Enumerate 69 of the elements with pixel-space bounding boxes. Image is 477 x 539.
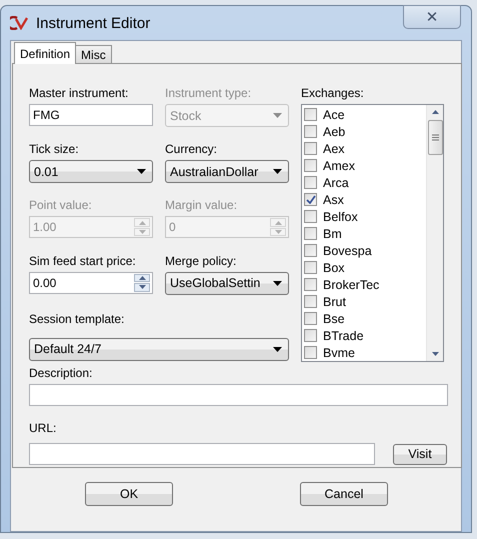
list-item[interactable]: Ace (304, 106, 426, 123)
list-item[interactable]: Bvme (304, 344, 426, 361)
field-label: Exchanges: (301, 86, 365, 100)
field-label: Master instrument: (29, 86, 130, 100)
dropdown-arrow-icon (137, 169, 146, 174)
field-label: Merge policy: (165, 254, 238, 268)
list-item[interactable]: BTrade (304, 327, 426, 344)
checkbox[interactable] (304, 210, 317, 223)
checkbox[interactable] (304, 159, 317, 172)
field-label: Margin value: (165, 198, 238, 212)
spin-down-icon[interactable] (138, 285, 146, 290)
description-field[interactable] (29, 384, 448, 406)
checkbox[interactable] (304, 125, 317, 138)
list-item[interactable]: Aeb (304, 123, 426, 140)
dropdown[interactable]: 0.01 (29, 160, 153, 184)
close-button[interactable]: ✕ (403, 5, 461, 29)
checkbox[interactable] (304, 346, 317, 359)
field-label: Sim feed start price: (29, 254, 137, 268)
list-item[interactable]: Bovespa (304, 242, 426, 259)
list-item[interactable]: BrokerTec (304, 276, 426, 293)
text-field[interactable]: FMG (29, 104, 153, 126)
scrollbar[interactable] (426, 105, 443, 361)
visit-button[interactable]: Visit (393, 444, 447, 464)
checkbox[interactable] (304, 312, 317, 325)
list-item[interactable]: Bse (304, 310, 426, 327)
field-label: Instrument type: (165, 86, 252, 100)
field-label: Currency: (165, 142, 218, 156)
dropdown-arrow-icon (273, 113, 282, 118)
checkbox[interactable] (304, 193, 317, 206)
list-item[interactable]: Asx (304, 191, 426, 208)
list-item[interactable]: Belfox (304, 208, 426, 225)
dropdown-arrow-icon (273, 280, 282, 286)
scroll-down-icon[interactable] (432, 352, 438, 356)
checkbox[interactable] (304, 108, 317, 121)
checkbox[interactable] (304, 295, 317, 308)
dropdown[interactable]: Default 24/7 (29, 338, 289, 361)
list-item[interactable]: Aex (304, 140, 426, 157)
dropdown[interactable]: UseGlobalSettin (165, 272, 289, 295)
dropdown-arrow-icon (273, 346, 282, 352)
field-label: URL: (29, 421, 58, 435)
dialog-button[interactable]: Cancel (300, 482, 388, 506)
field-label: Session template: (29, 312, 126, 326)
tab[interactable]: Definition (14, 42, 76, 64)
checkbox[interactable] (304, 329, 317, 342)
field-label: Tick size: (29, 142, 80, 156)
checkbox[interactable] (304, 142, 317, 155)
field-label: Description: (29, 366, 94, 380)
spin-up-icon[interactable] (138, 276, 146, 280)
dropdown-arrow-icon (273, 169, 282, 174)
checkbox[interactable] (304, 244, 317, 257)
checkbox[interactable] (304, 176, 317, 189)
list-item[interactable]: Bm (304, 225, 426, 242)
checkbox[interactable] (304, 261, 317, 274)
checkbox[interactable] (304, 278, 317, 291)
scroll-up-icon[interactable] (432, 110, 438, 114)
list-item[interactable]: Arca (304, 174, 426, 191)
spin-field[interactable]: 0.00 (29, 272, 153, 294)
list-item[interactable]: Brut (304, 293, 426, 310)
url-field[interactable] (29, 443, 375, 465)
list-item[interactable]: Amex (304, 157, 426, 174)
dialog-button[interactable]: OK (85, 482, 173, 506)
grip-icon (432, 134, 438, 141)
window-title: Instrument Editor (36, 14, 150, 32)
checkbox[interactable] (304, 227, 317, 240)
tab[interactable]: Misc (75, 45, 112, 64)
field-label: Point value: (29, 198, 93, 212)
list-item[interactable]: Box (304, 259, 426, 276)
dropdown[interactable]: AustralianDollar (165, 160, 289, 184)
app-logo-icon (10, 16, 30, 30)
